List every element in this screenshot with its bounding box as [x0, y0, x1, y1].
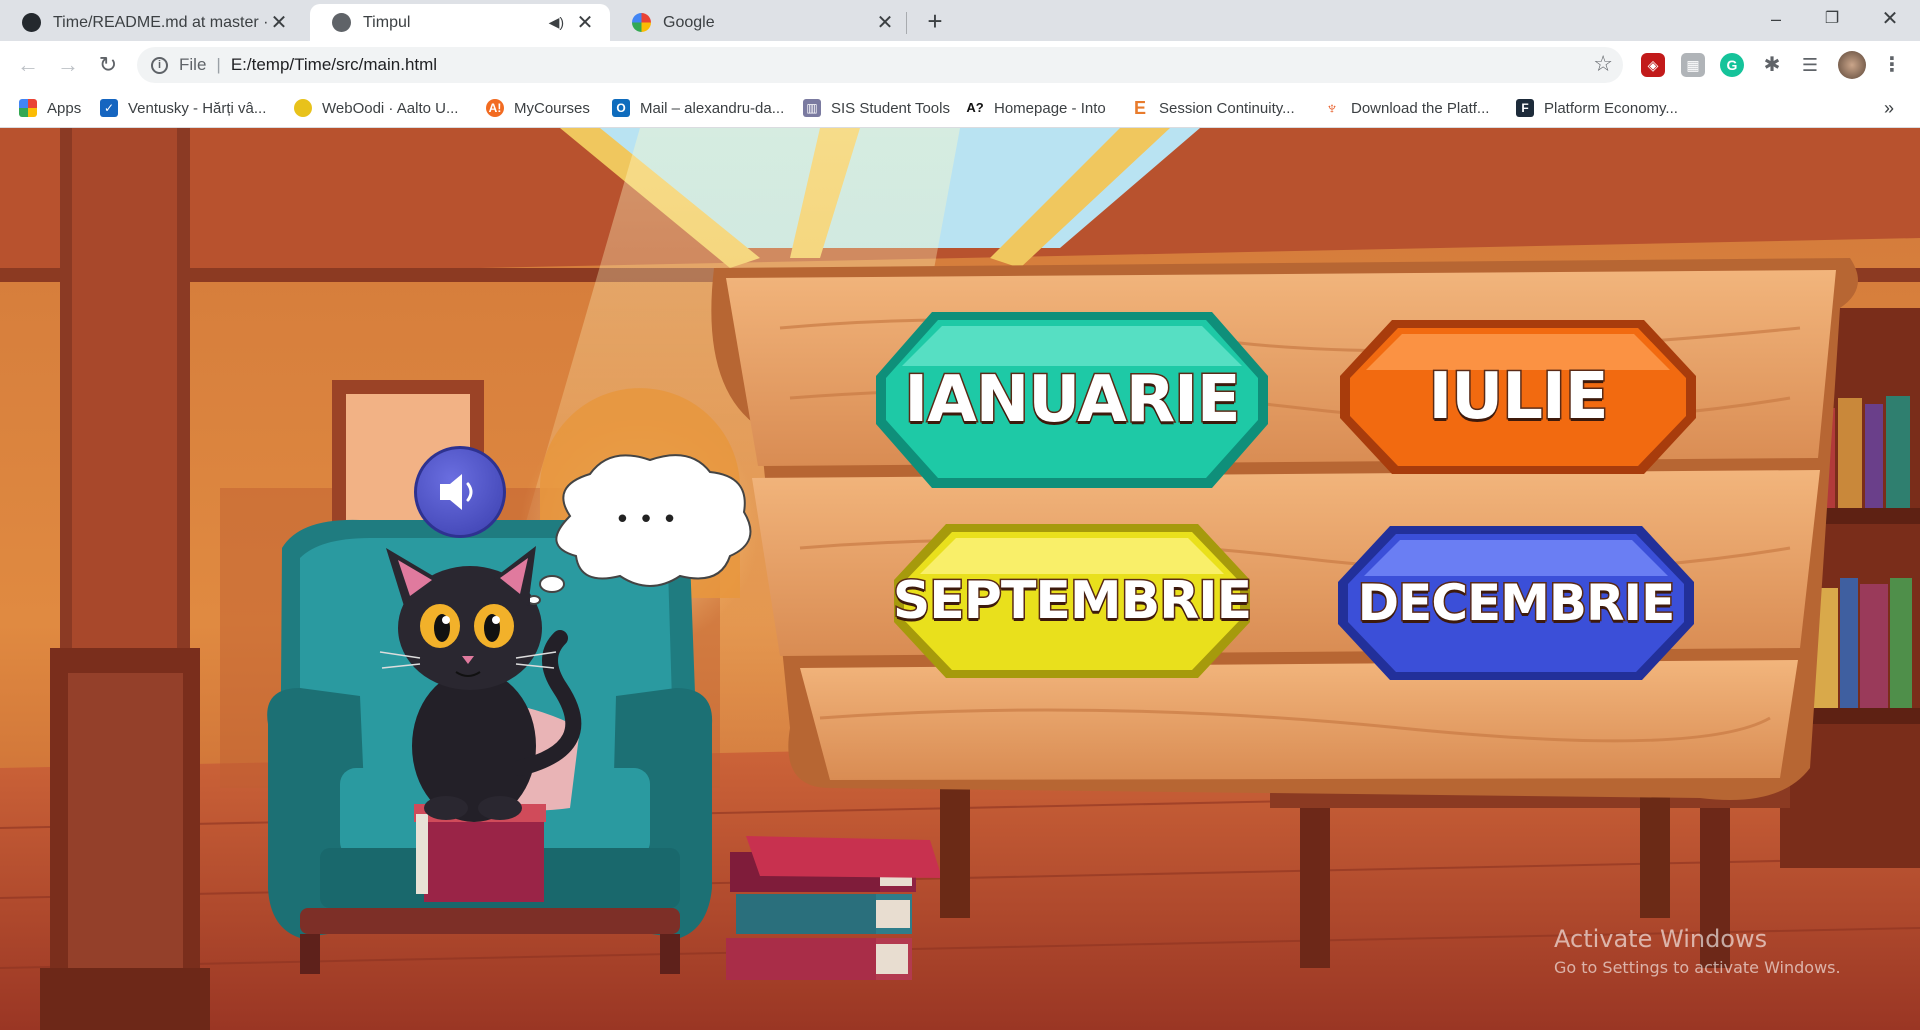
- month-label: DECEMBRIE: [1356, 573, 1677, 634]
- bookmark-ventusky[interactable]: ✓ Ventusky - Hărți vâ...: [100, 89, 266, 127]
- bookmark-weboodi[interactable]: WebOodi · Aalto U...: [294, 89, 458, 127]
- weboodi-icon: [294, 99, 312, 117]
- month-button-decembrie[interactable]: DECEMBRIE: [1334, 520, 1698, 686]
- platform-icon: F: [1516, 99, 1534, 117]
- month-button-ianuarie[interactable]: IANUARIE: [872, 306, 1272, 494]
- tab-github[interactable]: Time/README.md at master · da ✕: [0, 4, 304, 41]
- bookmark-label: Ventusky - Hărți vâ...: [128, 99, 267, 117]
- restore-button[interactable]: ❐: [1804, 0, 1860, 38]
- download-icon: ♆: [1325, 98, 1339, 118]
- month-label: IULIE: [1427, 359, 1610, 436]
- session-icon: E: [1133, 98, 1146, 118]
- close-icon[interactable]: ✕: [574, 10, 596, 35]
- star-icon[interactable]: ☆: [1593, 51, 1613, 77]
- tab-title: Timpul: [363, 13, 411, 31]
- speaker-icon[interactable]: ◀): [549, 14, 564, 31]
- activate-subtitle: Go to Settings to activate Windows.: [1554, 958, 1841, 977]
- bookmark-label: Session Continuity...: [1159, 99, 1295, 117]
- bookmark-apps[interactable]: Apps: [19, 89, 81, 127]
- bookmark-label: Platform Economy...: [1544, 99, 1678, 117]
- month-button-septembrie[interactable]: SEPTEMBRIE: [890, 518, 1254, 684]
- ublock-icon[interactable]: ◈: [1641, 53, 1665, 77]
- month-label: SEPTEMBRIE: [891, 570, 1253, 633]
- address-bar[interactable]: i File | E:/temp/Time/src/main.html ☆: [137, 47, 1623, 83]
- bookmark-label: Homepage - Into: [994, 99, 1106, 117]
- activate-windows-watermark: Activate Windows Go to Settings to activ…: [1554, 925, 1841, 977]
- bookmark-label: Download the Platf...: [1351, 99, 1490, 117]
- url-text[interactable]: E:/temp/Time/src/main.html: [231, 55, 437, 75]
- bookmark-label: MyCourses: [514, 99, 590, 117]
- bookmarks-bar: Apps ✓ Ventusky - Hărți vâ... WebOodi · …: [0, 89, 1920, 128]
- minimize-button[interactable]: –: [1748, 0, 1804, 38]
- bookmark-into[interactable]: A? Homepage - Into: [966, 89, 1106, 127]
- game-canvas: • • • IANUARIE IULIE SEPTEMBRIE DECEMBRI…: [0, 128, 1920, 1030]
- bookmark-label: WebOodi · Aalto U...: [322, 99, 459, 117]
- bookmark-mail[interactable]: O Mail – alexandru-da...: [612, 89, 784, 127]
- tab-timpul[interactable]: Timpul ◀) ✕: [310, 4, 610, 41]
- bookmark-label: SIS Student Tools: [831, 99, 950, 117]
- menu-icon[interactable]: ⋮: [1880, 53, 1904, 77]
- bookmark-session[interactable]: E Session Continuity...: [1131, 89, 1295, 127]
- bookmark-label: Apps: [47, 99, 82, 117]
- new-tab-button[interactable]: +: [920, 4, 950, 38]
- bookmark-sis[interactable]: ▥ SIS Student Tools: [803, 89, 950, 127]
- speaker-icon: [440, 474, 473, 510]
- tab-google[interactable]: Google ✕: [610, 4, 910, 41]
- more-bookmarks-icon[interactable]: »: [1884, 89, 1894, 127]
- address-separator: |: [216, 55, 221, 74]
- close-icon[interactable]: ✕: [268, 10, 290, 35]
- month-button-iulie[interactable]: IULIE: [1336, 314, 1700, 480]
- tab-title: Google: [663, 13, 715, 31]
- close-icon[interactable]: ✕: [874, 10, 896, 35]
- media-icon[interactable]: ☰: [1798, 53, 1822, 77]
- month-label: IANUARIE: [903, 362, 1242, 439]
- bookmark-mycourses[interactable]: A! MyCourses: [486, 89, 590, 127]
- mycourses-icon: A!: [486, 99, 504, 117]
- thought-text: • • •: [615, 505, 678, 535]
- into-icon: A?: [966, 100, 984, 115]
- tab-strip: Time/README.md at master · da ✕ Timpul ◀…: [0, 0, 1920, 41]
- thought-bubble: • • •: [530, 454, 752, 605]
- apps-grid-icon: [19, 99, 37, 117]
- github-icon: [22, 13, 41, 32]
- reload-button[interactable]: ↻: [92, 49, 124, 81]
- back-button[interactable]: ←: [12, 49, 44, 81]
- sound-button[interactable]: [414, 446, 506, 538]
- bookmark-download[interactable]: ♆ Download the Platf...: [1323, 89, 1489, 127]
- sis-icon: ▥: [803, 99, 821, 117]
- tab-separator: [906, 12, 907, 34]
- avatar[interactable]: [1838, 51, 1866, 79]
- close-window-button[interactable]: ✕: [1862, 0, 1918, 38]
- globe-icon: [332, 13, 351, 32]
- grammarly-icon[interactable]: G: [1720, 53, 1744, 77]
- info-icon[interactable]: i: [151, 56, 168, 74]
- bookmark-platform[interactable]: F Platform Economy...: [1516, 89, 1678, 127]
- toolbar: ← → ↻ i File | E:/temp/Time/src/main.htm…: [0, 41, 1920, 89]
- outlook-icon: O: [612, 99, 630, 117]
- protocol-label: File: [179, 55, 207, 74]
- activate-title: Activate Windows: [1554, 925, 1768, 953]
- ventusky-icon: ✓: [100, 99, 118, 117]
- extension-icon[interactable]: ▦: [1681, 53, 1705, 77]
- google-icon: [632, 13, 651, 32]
- bookmark-label: Mail – alexandru-da...: [640, 99, 785, 117]
- puzzle-icon[interactable]: ✱: [1760, 53, 1784, 77]
- tab-title: Time/README.md at master · da: [53, 13, 268, 31]
- forward-button[interactable]: →: [52, 49, 84, 81]
